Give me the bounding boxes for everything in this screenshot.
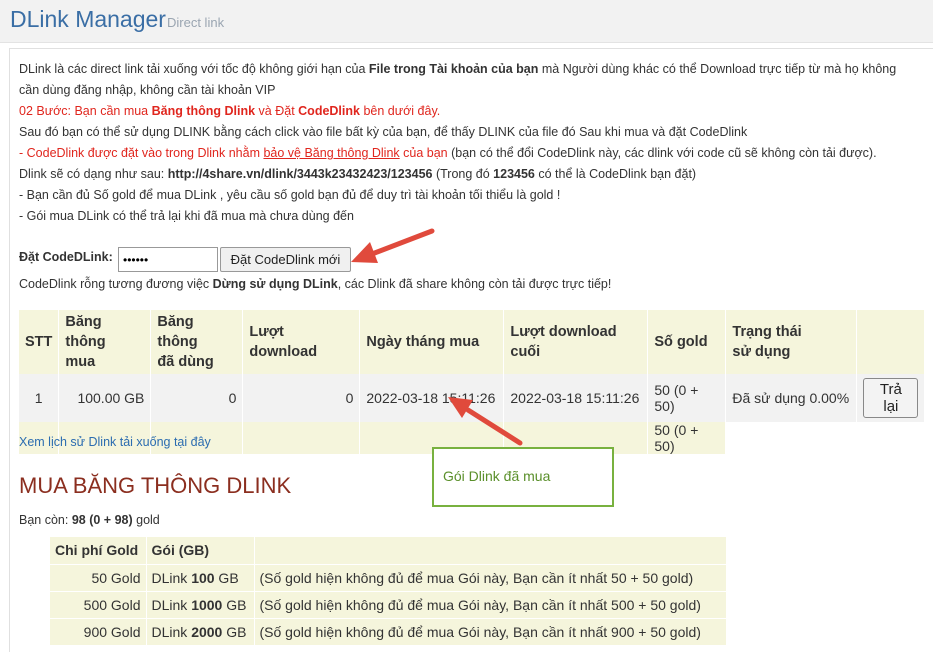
annotation-arrow-icon [351,228,523,446]
